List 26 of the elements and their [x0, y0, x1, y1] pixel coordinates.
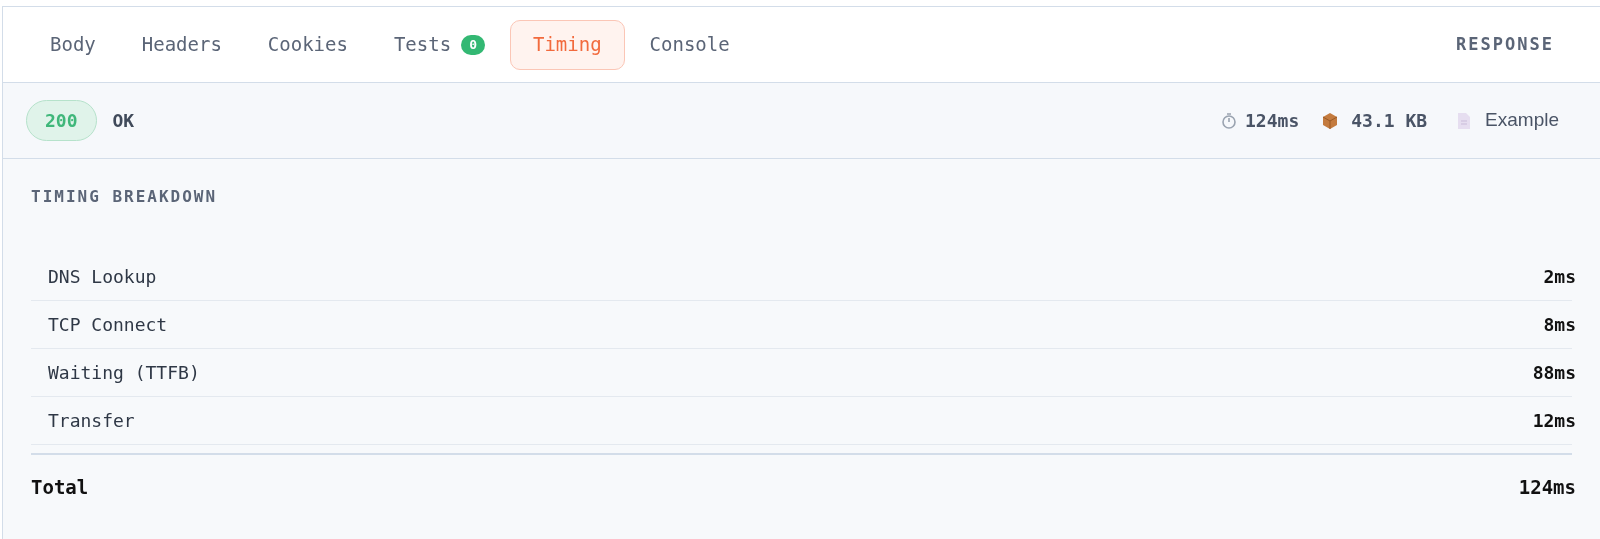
timing-value: 12ms — [1532, 409, 1576, 433]
total-label: Total — [31, 475, 89, 500]
tab[interactable]: Body — [29, 19, 117, 70]
tab[interactable]: Tests 0 — [372, 19, 506, 70]
stopwatch-icon — [1221, 111, 1238, 130]
tab[interactable]: Console — [628, 19, 751, 70]
package-icon — [1321, 111, 1340, 130]
tab[interactable]: Cookies — [246, 19, 369, 70]
document-icon — [1457, 111, 1472, 130]
panel-title: RESPONSE — [1456, 32, 1554, 56]
timing-label: Transfer — [48, 409, 135, 433]
total-value: 124ms — [1518, 475, 1576, 500]
response-time: 124ms — [1245, 109, 1300, 133]
timing-value: 88ms — [1532, 361, 1576, 385]
response-size: 43.1 KB — [1351, 109, 1428, 133]
environment-label[interactable]: Example — [1485, 106, 1559, 135]
timing-label: TCP Connect — [48, 313, 168, 337]
tab[interactable]: Headers — [120, 19, 243, 70]
timing-value: 2ms — [1543, 265, 1576, 289]
status-code-badge: 200 — [26, 100, 97, 141]
status-text: OK — [112, 109, 135, 133]
timing-value: 8ms — [1543, 313, 1576, 337]
timing-label: DNS Lookup — [48, 265, 157, 289]
count-badge: 0 — [461, 34, 485, 55]
section-title: TIMING BREAKDOWN — [31, 186, 219, 208]
timing-label: Waiting (TTFB) — [48, 361, 200, 385]
